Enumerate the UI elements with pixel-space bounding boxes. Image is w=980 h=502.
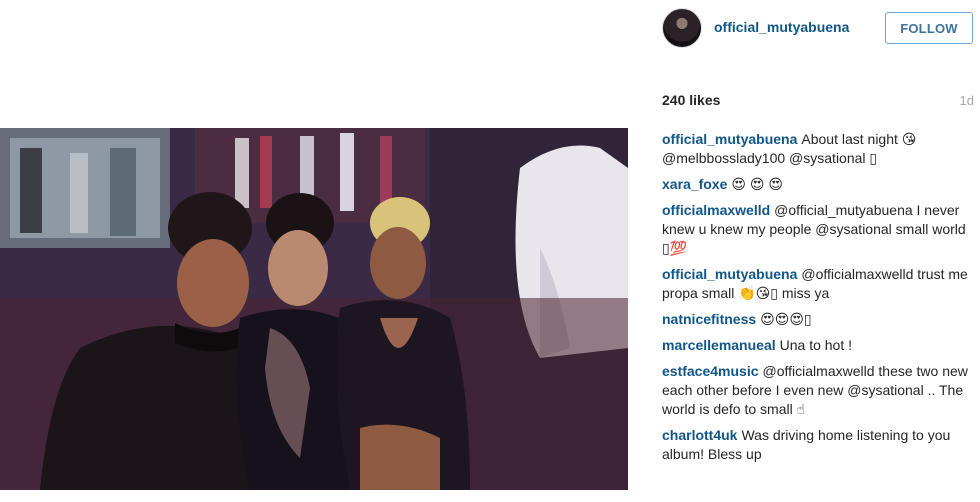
- follow-button[interactable]: FOLLOW: [885, 12, 973, 44]
- comment-text: 😍😍😍▯: [760, 311, 812, 327]
- comment-author[interactable]: official_mutyabuena: [662, 266, 797, 282]
- comment-author[interactable]: estface4music: [662, 363, 759, 379]
- photo-area: [0, 0, 628, 502]
- comment-author[interactable]: xara_foxe: [662, 176, 727, 192]
- author-username[interactable]: official_mutyabuena: [714, 19, 849, 35]
- comment-text: 😍 😍 😍: [731, 176, 783, 192]
- comment-item: marcellemanueal Una to hot !: [662, 336, 974, 355]
- likes-row: 240 likes 1d: [662, 92, 974, 110]
- comment-author[interactable]: marcellemanueal: [662, 337, 776, 353]
- likes-count[interactable]: 240 likes: [662, 92, 720, 108]
- comment-item: xara_foxe 😍 😍 😍: [662, 175, 974, 194]
- comment-author[interactable]: natnicefitness: [662, 311, 756, 327]
- comment-item: natnicefitness 😍😍😍▯: [662, 310, 974, 329]
- comment-item: estface4music @officialmaxwelld these two…: [662, 362, 974, 419]
- comment-author[interactable]: official_mutyabuena: [662, 131, 797, 147]
- comments-list: official_mutyabuena About last night 😘 @m…: [662, 130, 974, 471]
- author-avatar[interactable]: [662, 8, 702, 48]
- comment-item: official_mutyabuena @officialmaxwelld tru…: [662, 265, 974, 303]
- comment-item: official_mutyabuena About last night 😘 @m…: [662, 130, 974, 168]
- comment-text: Una to hot !: [779, 337, 853, 353]
- post-photo-illustration: [0, 128, 628, 490]
- post-header: official_mutyabuena FOLLOW: [638, 0, 980, 58]
- post-time[interactable]: 1d: [960, 93, 974, 108]
- post-side-panel: official_mutyabuena FOLLOW 240 likes 1d …: [638, 0, 980, 502]
- comment-author[interactable]: officialmaxwelld: [662, 202, 770, 218]
- comment-item: charlott4uk Was driving home listening to…: [662, 426, 974, 464]
- comment-author[interactable]: charlott4uk: [662, 427, 737, 443]
- comment-item: officialmaxwelld @official_mutyabuena I n…: [662, 201, 974, 258]
- post-photo[interactable]: [0, 128, 628, 490]
